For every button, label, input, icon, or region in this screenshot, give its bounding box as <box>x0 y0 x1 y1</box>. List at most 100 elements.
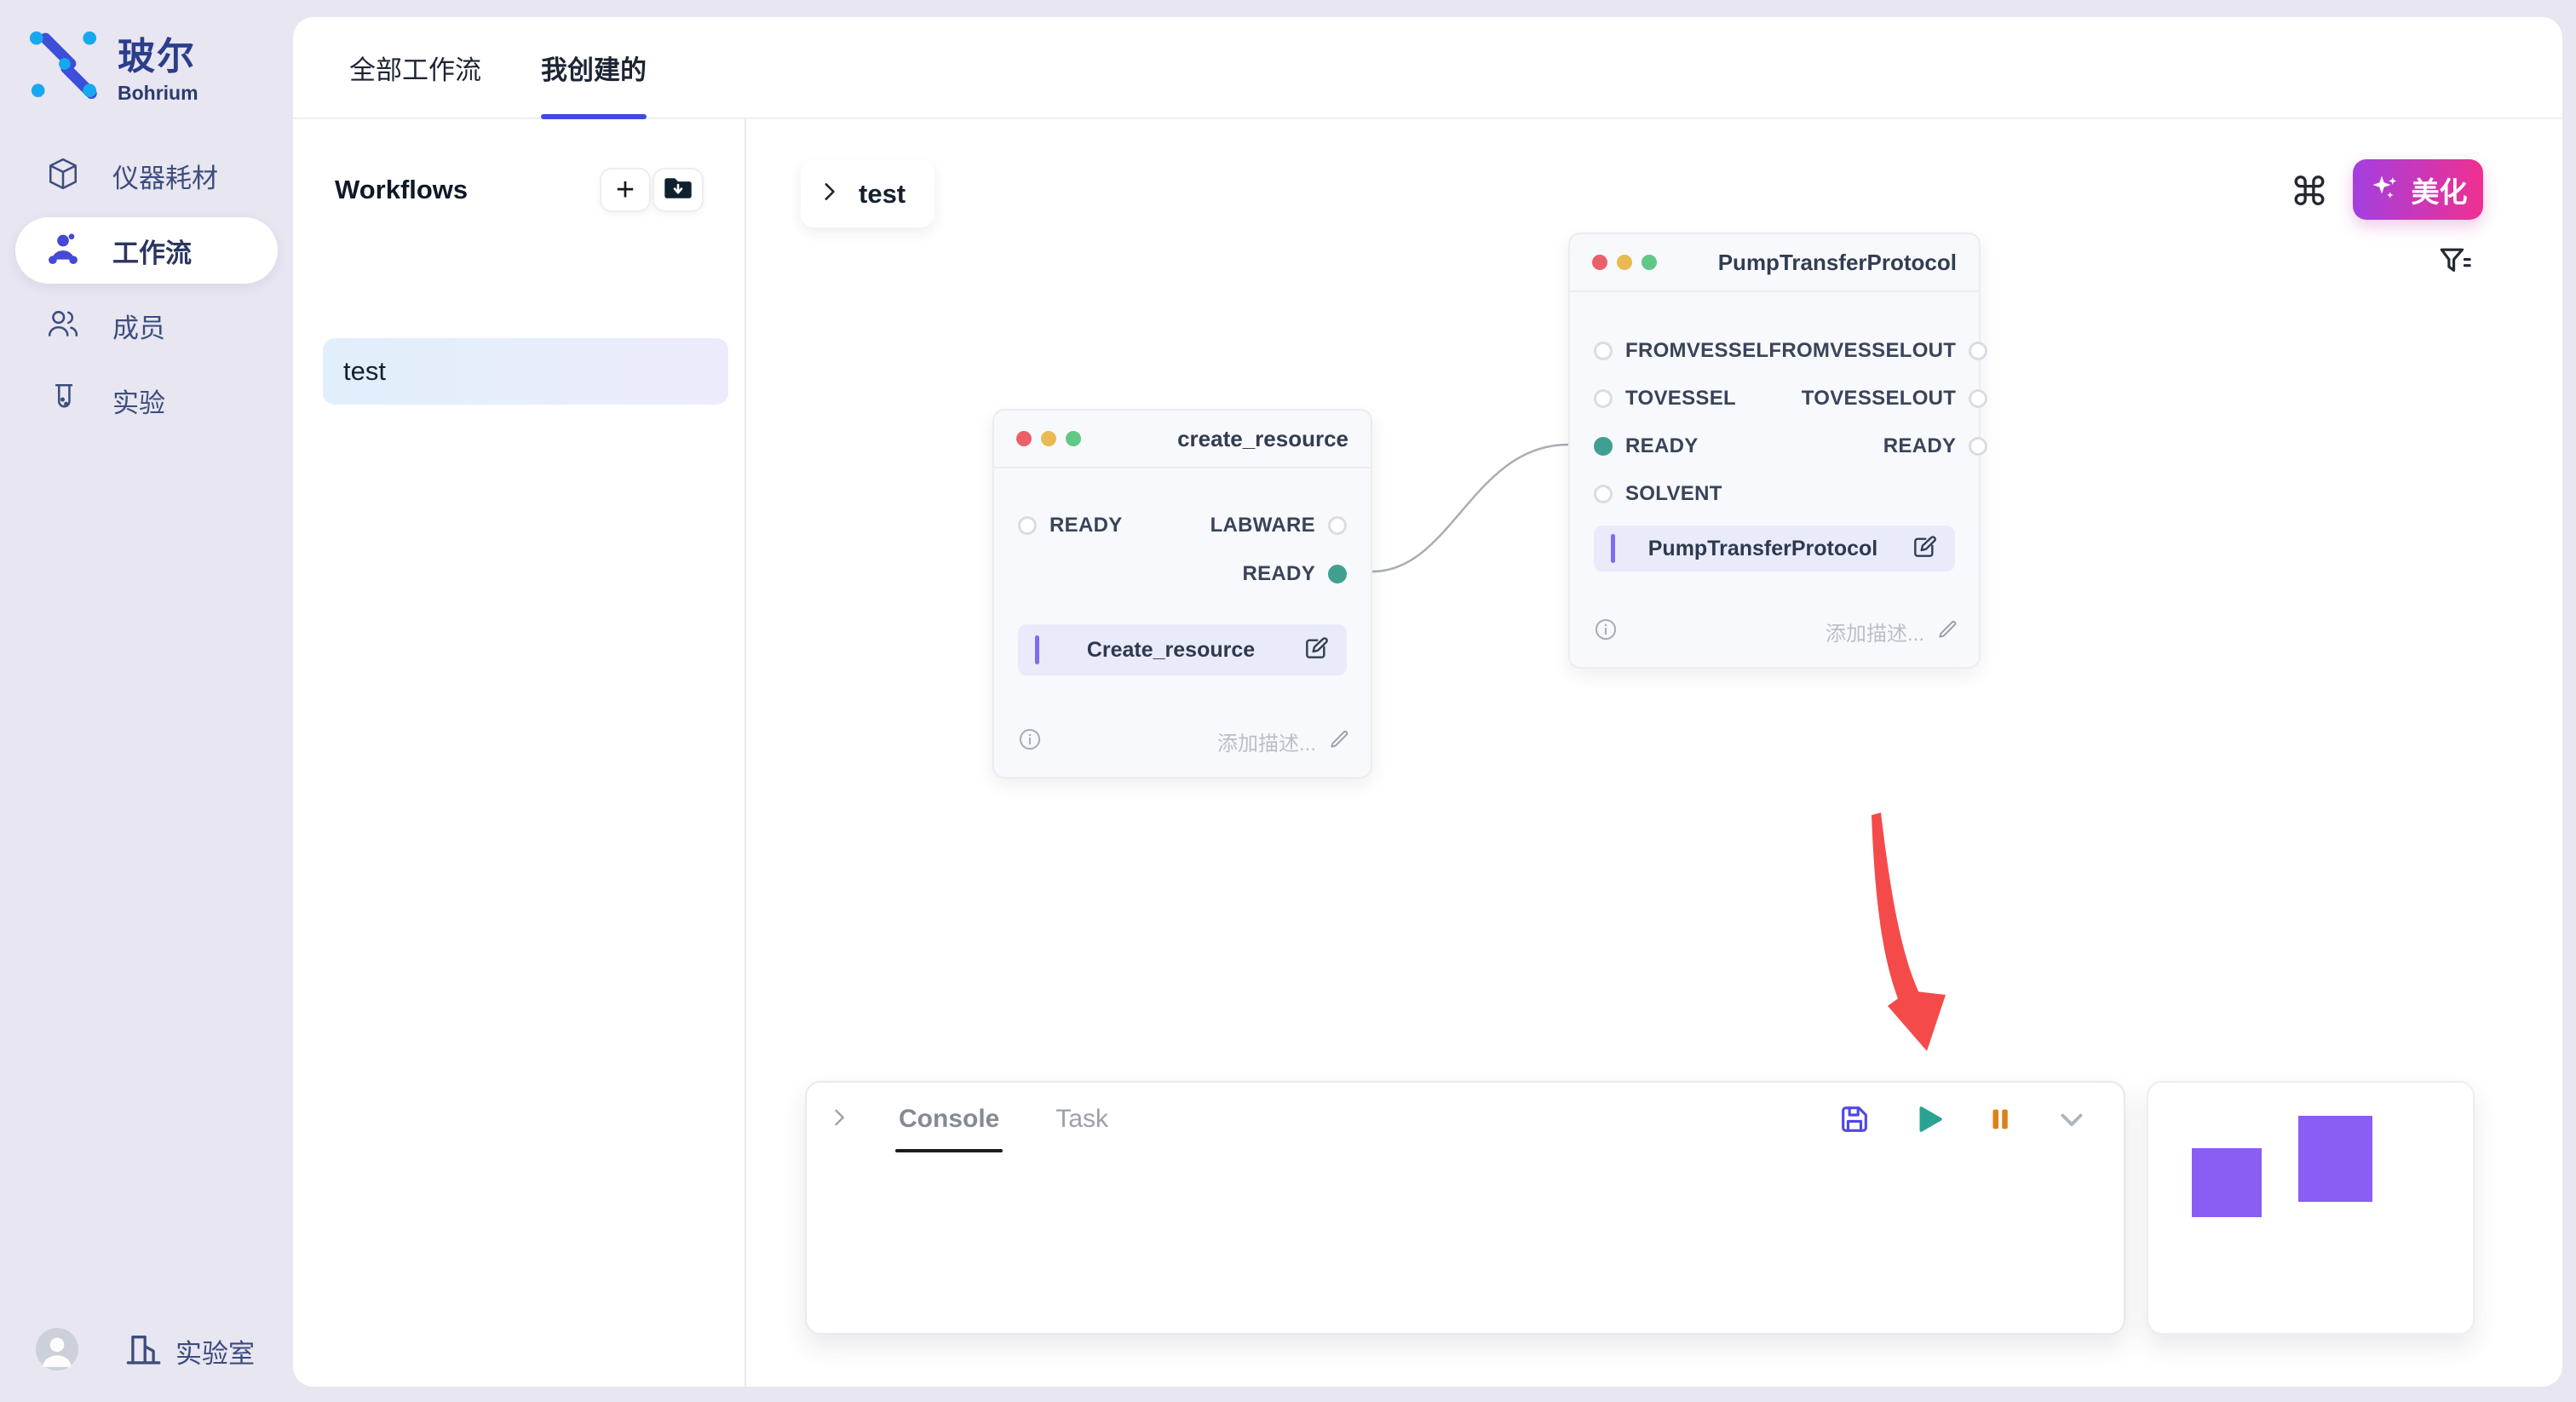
node-title: PumpTransferProtocol <box>1657 250 1957 276</box>
sidebar-item-members[interactable]: 成员 <box>15 292 278 359</box>
tab-console[interactable]: Console <box>899 1105 999 1134</box>
output-port-fromvesselout[interactable] <box>1969 342 1987 360</box>
output-port-labware[interactable] <box>1328 516 1347 535</box>
pause-button[interactable] <box>1986 1103 2015 1135</box>
avatar[interactable] <box>36 1328 78 1375</box>
members-icon <box>46 307 80 345</box>
input-port-tovessel[interactable] <box>1594 389 1613 408</box>
port-label: LABWARE <box>1210 514 1315 537</box>
save-button[interactable] <box>1837 1102 1872 1136</box>
sidebar-item-label: 工作流 <box>112 232 192 270</box>
plus-icon: + <box>616 174 635 206</box>
node-title: create_resource <box>1081 426 1348 452</box>
description-placeholder[interactable]: 添加描述... <box>1042 727 1316 756</box>
beautify-button[interactable]: 美化 <box>2353 159 2483 220</box>
port-label: FROMVESSELOUT <box>1768 339 1956 363</box>
command-palette-button[interactable]: ⌘ <box>2286 169 2332 215</box>
sidebar: 玻尔 Bohrium 仪器耗材 <box>0 0 293 1402</box>
traffic-red-dot <box>1016 431 1032 446</box>
sidebar-item-label: 仪器耗材 <box>112 157 218 195</box>
minimap-node-create-resource <box>2192 1148 2262 1217</box>
port-label: READY <box>1049 514 1123 537</box>
node-action-button[interactable]: Create_resource <box>1018 624 1347 675</box>
sidebar-item-instruments[interactable]: 仪器耗材 <box>15 142 278 209</box>
annotation-arrow <box>1872 813 1946 1051</box>
filter-funnel-icon <box>2438 244 2472 282</box>
action-label: PumpTransferProtocol <box>1615 537 1911 561</box>
traffic-green-dot <box>1642 255 1657 270</box>
expand-chevron-right-icon[interactable] <box>827 1106 851 1134</box>
info-icon[interactable] <box>1594 618 1618 646</box>
command-icon: ⌘ <box>2290 169 2329 215</box>
workflow-person-icon <box>46 232 80 270</box>
sidebar-item-label: 成员 <box>112 307 165 345</box>
app-root: 玻尔 Bohrium 仪器耗材 <box>0 0 2576 1402</box>
input-port-solvent[interactable] <box>1594 485 1613 503</box>
pencil-icon[interactable] <box>1328 728 1350 755</box>
minimap-node-pump-transfer <box>2298 1116 2372 1202</box>
sidebar-footer: 实验室 <box>36 1328 255 1375</box>
node-footer: 添加描述... <box>1018 721 1350 761</box>
breadcrumb[interactable]: test <box>801 160 934 227</box>
output-port-ready[interactable] <box>1969 437 1987 456</box>
traffic-yellow-dot <box>1041 431 1056 446</box>
port-label: TOVESSELOUT <box>1802 387 1957 411</box>
run-button[interactable] <box>1911 1101 1946 1137</box>
minimap[interactable] <box>2147 1081 2475 1335</box>
port-label: READY <box>1625 434 1699 458</box>
traffic-green-dot <box>1066 431 1081 446</box>
node-header: create_resource <box>994 411 1371 468</box>
port-label: FROMVESSEL <box>1625 339 1768 363</box>
tab-task[interactable]: Task <box>1055 1105 1108 1134</box>
node-create-resource[interactable]: create_resource READY LABWARE READY <box>992 409 1372 779</box>
port-label: TOVESSEL <box>1625 387 1736 411</box>
console-panel: Console Task <box>805 1081 2125 1335</box>
traffic-red-dot <box>1592 255 1607 270</box>
node-footer: 添加描述... <box>1594 611 1958 652</box>
traffic-yellow-dot <box>1617 255 1632 270</box>
workflows-title: Workflows <box>335 175 600 205</box>
logo-title: 玻尔 <box>118 26 198 80</box>
output-port-tovesselout[interactable] <box>1969 389 1987 408</box>
node-pump-transfer-protocol[interactable]: PumpTransferProtocol FROMVESSEL TOVESSEL… <box>1568 233 1981 669</box>
sparkles-icon <box>2369 172 2400 207</box>
description-placeholder[interactable]: 添加描述... <box>1618 617 1924 646</box>
input-port-ready[interactable] <box>1018 516 1037 535</box>
filter-button[interactable] <box>2433 240 2477 284</box>
node-header: PumpTransferProtocol <box>1570 234 1979 292</box>
folder-download-icon <box>664 175 693 205</box>
collapse-chevron-down-icon[interactable] <box>2054 1101 2090 1137</box>
bohrium-logo-icon <box>27 27 97 103</box>
port-label: READY <box>1883 434 1957 458</box>
tab-created-by-me[interactable]: 我创建的 <box>541 17 647 118</box>
console-header: Console Task <box>807 1083 2124 1156</box>
edit-icon[interactable] <box>1302 635 1330 666</box>
output-port-ready[interactable] <box>1328 565 1347 583</box>
node-action-button[interactable]: PumpTransferProtocol <box>1594 526 1955 572</box>
add-workflow-button[interactable]: + <box>600 168 651 212</box>
main-content: 全部工作流 我创建的 Workflows + <box>293 17 2562 1387</box>
workflow-tabs: 全部工作流 我创建的 <box>293 17 2562 119</box>
edge-create-to-pump <box>1372 445 1568 572</box>
lab-switcher-label[interactable]: 实验室 <box>175 1332 255 1370</box>
building-icon <box>124 1330 162 1372</box>
action-label: Create_resource <box>1039 638 1302 663</box>
sidebar-item-label: 实验 <box>112 382 165 420</box>
chevron-right-icon <box>818 181 840 207</box>
workflow-list-item-test[interactable]: test <box>323 338 728 405</box>
input-port-ready[interactable] <box>1594 437 1613 456</box>
import-workflow-button[interactable] <box>653 168 704 212</box>
edit-icon[interactable] <box>1911 533 1938 565</box>
input-port-fromvessel[interactable] <box>1594 342 1613 360</box>
port-label: READY <box>1242 562 1315 586</box>
breadcrumb-label: test <box>859 179 906 210</box>
box-icon <box>46 157 80 195</box>
app-logo: 玻尔 Bohrium <box>27 26 198 105</box>
sidebar-item-workflows[interactable]: 工作流 <box>15 217 278 284</box>
sidebar-item-experiments[interactable]: 实验 <box>15 367 278 434</box>
tab-all-workflows[interactable]: 全部工作流 <box>349 17 481 118</box>
pencil-icon[interactable] <box>1936 618 1958 645</box>
port-label: SOLVENT <box>1625 482 1722 506</box>
workflows-panel: Workflows + test <box>293 119 746 1387</box>
info-icon[interactable] <box>1018 727 1042 756</box>
